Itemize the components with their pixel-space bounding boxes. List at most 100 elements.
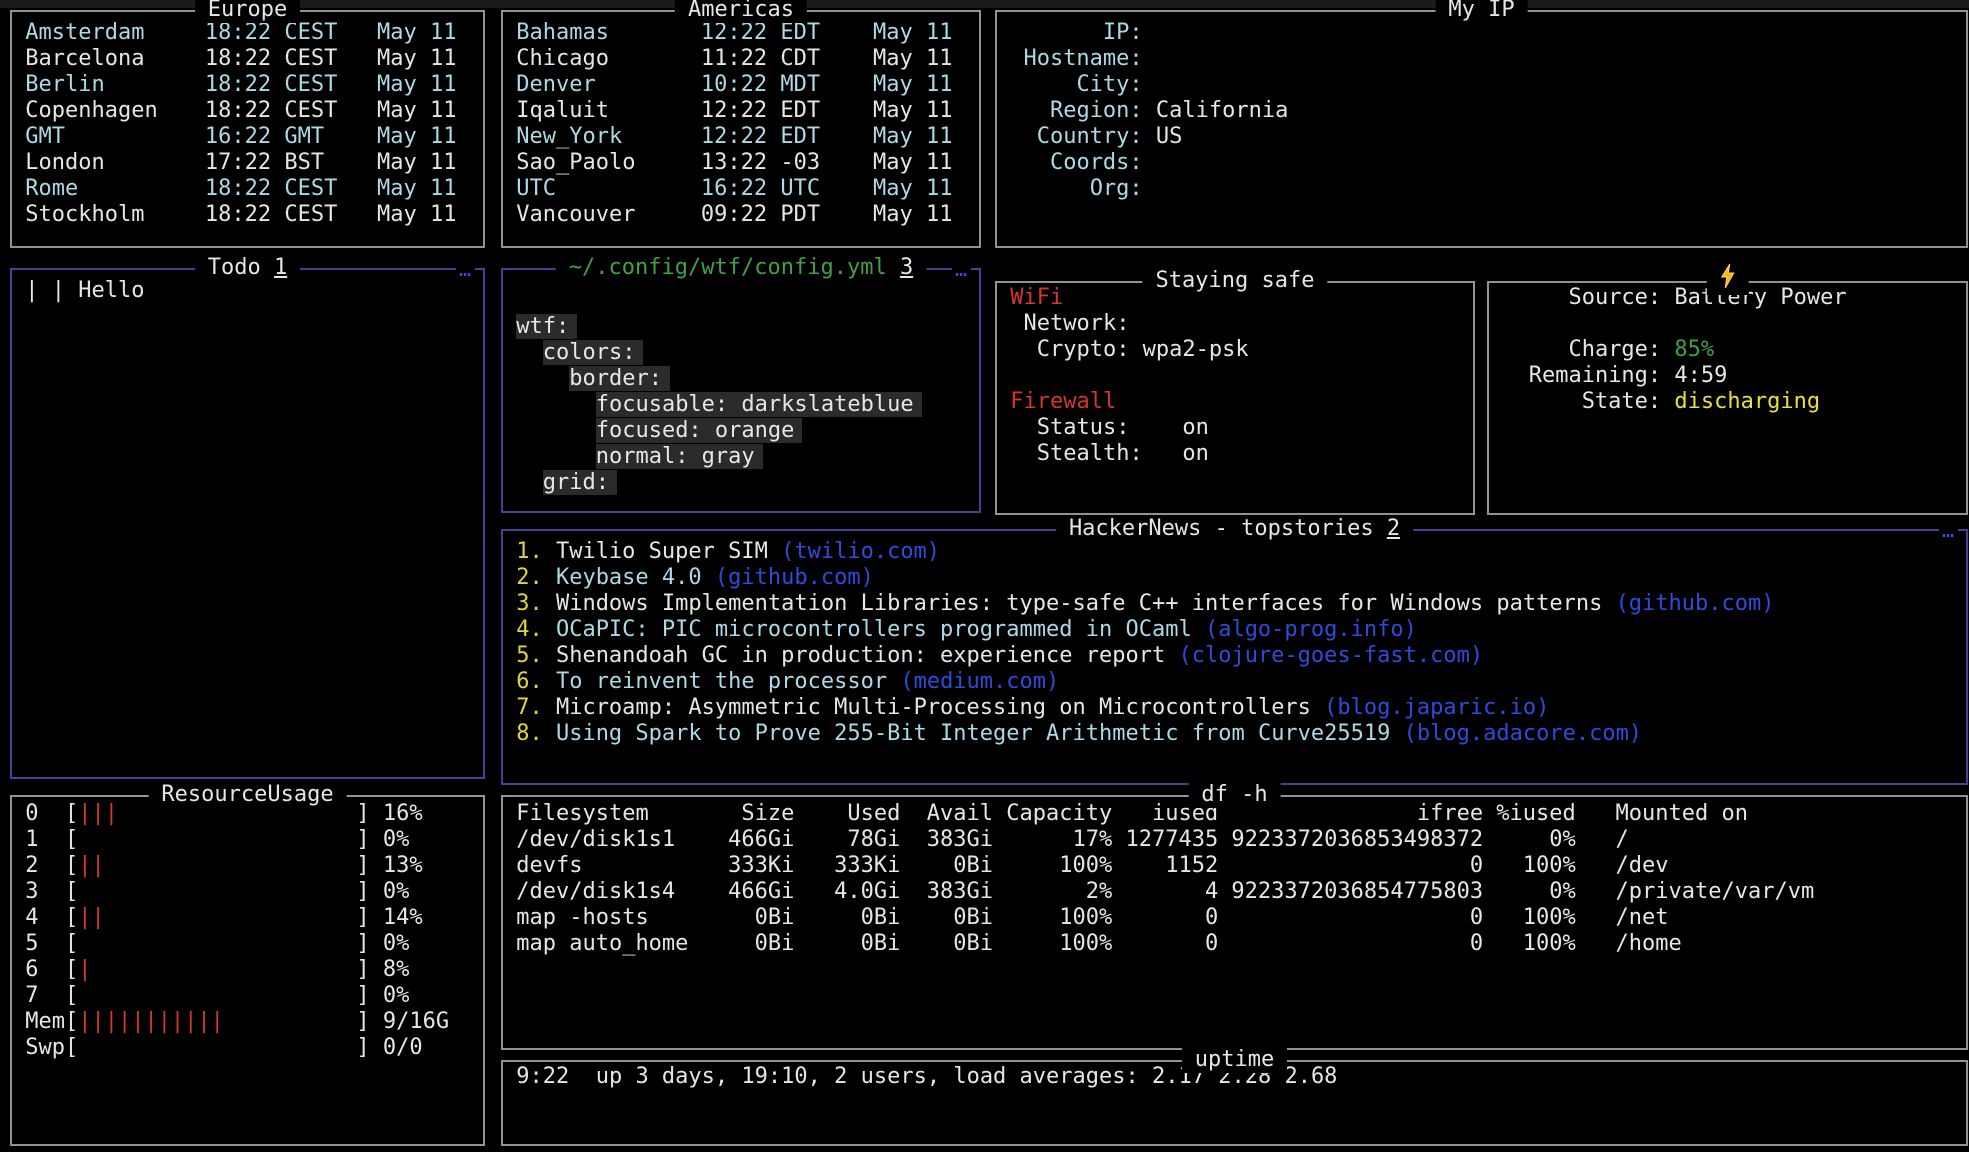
- clock-time: 16:22: [701, 176, 767, 202]
- gauge-label: 5: [25, 931, 65, 957]
- config-line: focusable: darkslateblue: [503, 392, 979, 418]
- config-line: wtf:: [503, 314, 979, 340]
- panel-hackernews[interactable]: HackerNews - topstories2 … 1.Twilio Supe…: [501, 529, 1968, 785]
- story-source-link[interactable]: (clojure-goes-fast.com): [1178, 643, 1483, 668]
- hackernews-story[interactable]: 5.Shenandoah GC in production: experienc…: [503, 643, 1966, 669]
- story-title: Using Spark to Prove 255-Bit Integer Ari…: [556, 721, 1390, 746]
- clock-city: Chicago: [516, 46, 701, 72]
- story-title: OCaPIC: PIC microcontrollers programmed …: [556, 617, 1192, 642]
- gauge-bracket: [: [65, 1035, 78, 1061]
- hackernews-story[interactable]: 6. To reinvent the processor (medium.com): [503, 669, 1966, 695]
- clock-time: 18:22: [205, 176, 271, 202]
- panel-title-staying-safe: Staying safe: [1142, 268, 1327, 294]
- firewall-header: Firewall: [997, 389, 1473, 415]
- gauge-value: 0%: [383, 983, 410, 1009]
- todo-item[interactable]: | | Hello: [12, 278, 483, 304]
- clock-date: May 11: [873, 124, 952, 150]
- story-rank: 6.: [516, 669, 542, 695]
- config-line: normal: gray: [503, 444, 979, 470]
- story-source-link[interactable]: (github.com): [1616, 591, 1775, 616]
- clock-row: Denver10:22MDTMay 11: [503, 72, 979, 98]
- panel-battery: Source:Battery Power Charge:85% Remainin…: [1487, 281, 1968, 515]
- hackernews-story[interactable]: 2.Keybase 4.0(github.com): [503, 565, 1966, 591]
- story-rank: 8.: [516, 721, 542, 747]
- gauge-bracket: [: [65, 905, 78, 931]
- gauge-value: 0%: [383, 931, 410, 957]
- clock-city: New_York: [516, 124, 701, 150]
- df-size: 333Ki: [715, 853, 794, 879]
- clock-city: Berlin: [25, 72, 205, 98]
- gauge-label: 3: [25, 879, 65, 905]
- df-row: map -hosts0Bi0Bi0Bi100%00100%/net: [503, 905, 1966, 931]
- ip-row: Hostname:: [997, 46, 1966, 72]
- ip-value: US: [1156, 124, 1183, 150]
- story-title: Shenandoah GC in production: experience …: [556, 643, 1165, 668]
- df-col-capacity: Capacity: [993, 801, 1112, 827]
- df-filesystem: map -hosts: [516, 905, 715, 931]
- clock-date: May 11: [377, 46, 456, 72]
- hackernews-story[interactable]: 8. Using Spark to Prove 255-Bit Integer A…: [503, 721, 1966, 747]
- gauge-bracket: ]: [356, 1009, 369, 1035]
- clock-date: May 11: [873, 20, 952, 46]
- story-title: To reinvent the processor: [556, 669, 887, 694]
- panel-title-config: ~/.config/wtf/config.yml3: [556, 255, 927, 281]
- df-ifree: 0: [1218, 853, 1483, 879]
- gauge-label: 2: [25, 853, 65, 879]
- panel-config-file[interactable]: ~/.config/wtf/config.yml3 … wtf: colors:…: [501, 268, 981, 513]
- gauge-bracket: [: [65, 879, 78, 905]
- df-piused: 100%: [1483, 931, 1576, 957]
- gauge-bracket: ]: [356, 905, 369, 931]
- gauge-bracket: ]: [356, 879, 369, 905]
- gauge-bars: ||: [78, 853, 356, 879]
- df-iused: 0: [1112, 905, 1218, 931]
- story-source-link[interactable]: (twilio.com): [781, 539, 940, 564]
- battery-charge-label: Charge:: [1502, 337, 1661, 363]
- gauge-bars: |||||||||||: [78, 1009, 356, 1035]
- ip-label: Country:: [1010, 124, 1142, 150]
- story-source-link[interactable]: (algo-prog.info): [1205, 617, 1417, 642]
- clock-row: Stockholm18:22CESTMay 11: [12, 202, 483, 228]
- df-piused: 0%: [1483, 827, 1576, 853]
- df-ifree: 9223372036854775803: [1218, 879, 1483, 905]
- df-col-mounted: Mounted on: [1616, 801, 1748, 827]
- hackernews-story[interactable]: 3.Windows Implementation Libraries: type…: [503, 591, 1966, 617]
- gauge-bracket: ]: [356, 801, 369, 827]
- story-source-link[interactable]: (medium.com): [900, 669, 1059, 694]
- gauge-bars: [78, 879, 356, 905]
- clock-tz: CEST: [284, 98, 337, 124]
- clock-date: May 11: [873, 202, 952, 228]
- hackernews-shortcut-number: 2: [1387, 516, 1400, 541]
- hackernews-story[interactable]: 4.OCaPIC: PIC microcontrollers programme…: [503, 617, 1966, 643]
- gauge-bracket: ]: [356, 853, 369, 879]
- wifi-crypto-line: Crypto: wpa2-psk: [997, 337, 1473, 363]
- df-size: 0Bi: [715, 905, 794, 931]
- config-line: colors:: [503, 340, 979, 366]
- clock-city: Rome: [25, 176, 205, 202]
- swap-gauge-row: Swp[]0/0: [12, 1035, 483, 1061]
- df-row: devfs333Ki333Ki0Bi100%11520100%/dev: [503, 853, 1966, 879]
- hackernews-story[interactable]: 7.Microamp: Asymmetric Multi-Processing …: [503, 695, 1966, 721]
- df-iused: 0: [1112, 931, 1218, 957]
- battery-charge-row: Charge:85%: [1489, 337, 1966, 363]
- panel-title-europe: Europe: [195, 0, 301, 23]
- df-ifree: 9223372036853498372: [1218, 827, 1483, 853]
- clock-tz: CEST: [284, 176, 337, 202]
- story-source-link[interactable]: (blog.adacore.com): [1404, 721, 1642, 746]
- clock-city: Copenhagen: [25, 98, 205, 124]
- panel-todo[interactable]: Todo1 … | | Hello: [10, 268, 485, 779]
- clock-time: 10:22: [701, 72, 767, 98]
- gauge-label: 1: [25, 827, 65, 853]
- story-source-link[interactable]: (blog.japaric.io): [1324, 695, 1549, 720]
- ip-label: Hostname:: [1010, 46, 1142, 72]
- gauge-value: 16%: [383, 801, 423, 827]
- clock-row: Iqaluit12:22EDTMay 11: [503, 98, 979, 124]
- hackernews-story[interactable]: 1.Twilio Super SIM(twilio.com): [503, 539, 1966, 565]
- clock-time: 11:22: [701, 46, 767, 72]
- df-avail: 0Bi: [900, 853, 993, 879]
- panel-staying-safe: Staying safe WiFi Network: Crypto: wpa2-…: [995, 281, 1475, 515]
- cpu-gauge-row: 7[]0%: [12, 983, 483, 1009]
- df-capacity: 17%: [993, 827, 1112, 853]
- df-piused: 0%: [1483, 879, 1576, 905]
- story-source-link[interactable]: (github.com): [715, 565, 874, 590]
- story-title: Microamp: Asymmetric Multi-Processing on…: [556, 695, 1311, 720]
